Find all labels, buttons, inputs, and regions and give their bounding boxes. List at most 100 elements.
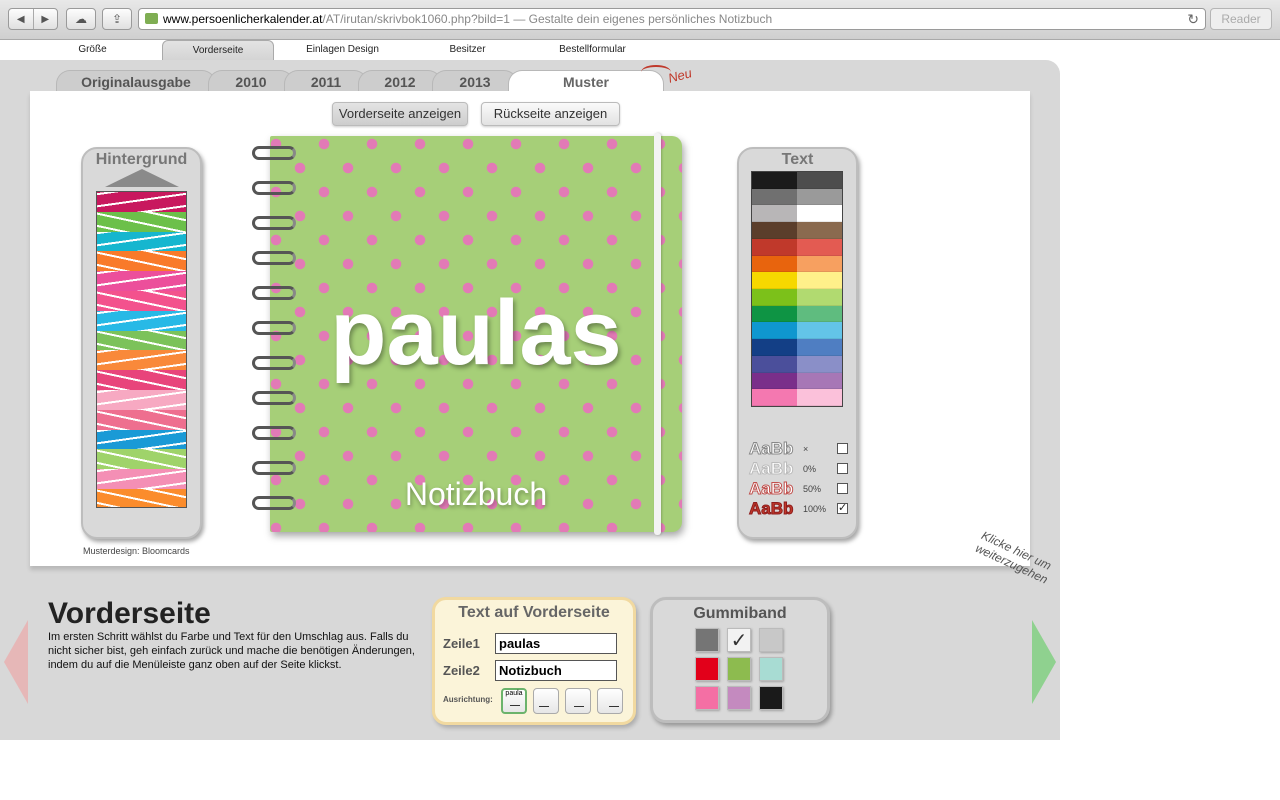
background-swatch[interactable] — [97, 251, 186, 272]
reader-button[interactable]: Reader — [1210, 8, 1272, 30]
text-color-swatch[interactable] — [797, 355, 842, 373]
text-color-swatch[interactable] — [797, 255, 842, 273]
zeile2-input[interactable] — [495, 660, 617, 681]
gummiband-swatch[interactable] — [695, 686, 719, 710]
align-center-button[interactable] — [565, 688, 591, 714]
text-color-swatch[interactable] — [752, 238, 797, 256]
text-color-swatch[interactable] — [752, 305, 797, 323]
cover-title: paulas — [330, 282, 622, 384]
style-sample: AaBb — [748, 479, 794, 499]
background-swatch[interactable] — [97, 488, 186, 507]
tab-groesse[interactable]: Größe — [55, 40, 130, 60]
text-color-swatch[interactable] — [797, 322, 842, 340]
background-swatch[interactable] — [97, 211, 186, 232]
text-color-swatch[interactable] — [752, 322, 797, 340]
style-checkbox[interactable]: ✓ — [837, 503, 848, 514]
gummiband-swatch[interactable] — [759, 628, 783, 652]
text-color-swatch[interactable] — [752, 222, 797, 239]
gummiband-swatch[interactable] — [727, 686, 751, 710]
text-color-swatch[interactable] — [797, 188, 842, 206]
gummiband-swatch[interactable] — [695, 657, 719, 681]
gummiband-swatch[interactable]: ✓ — [727, 628, 751, 652]
gummiband-swatch[interactable] — [727, 657, 751, 681]
text-color-swatch[interactable] — [752, 372, 797, 390]
align-underline-icon — [510, 705, 520, 706]
style-label: 100% — [803, 504, 827, 514]
scroll-up-icon[interactable] — [105, 169, 179, 187]
text-color-swatch[interactable] — [797, 372, 842, 390]
style-sample: AaBb — [748, 459, 794, 479]
align-right-button[interactable] — [597, 688, 623, 714]
align-sample-button[interactable]: paula — [501, 688, 527, 714]
background-swatch[interactable] — [97, 370, 186, 390]
show-back-button[interactable]: Rückseite anzeigen — [481, 102, 620, 126]
text-color-swatch[interactable] — [797, 389, 842, 406]
text-color-swatch[interactable] — [752, 188, 797, 206]
tab-bestellformular[interactable]: Bestellformular — [540, 40, 645, 60]
forward-icon[interactable]: ▶ — [32, 9, 58, 29]
browser-toolbar: ◀ ▶ ☁ ⇪ www.persoenlicherkalender.at/AT/… — [0, 0, 1280, 40]
text-style-row[interactable]: AaBb 50% — [748, 479, 849, 499]
text-color-swatch[interactable] — [797, 172, 842, 189]
spiral-ring — [252, 461, 296, 475]
spiral-ring — [252, 181, 296, 195]
background-title: Hintergrund — [95, 151, 188, 168]
background-swatch[interactable] — [97, 389, 186, 410]
background-swatch[interactable] — [97, 330, 186, 351]
text-color-swatch[interactable] — [752, 205, 797, 223]
previous-arrow-icon[interactable] — [4, 620, 28, 704]
style-label: 50% — [803, 484, 822, 494]
reload-icon[interactable]: ↻ — [1187, 9, 1199, 29]
zeile1-label: Zeile1 — [443, 636, 480, 651]
address-bar[interactable]: www.persoenlicherkalender.at/AT/irutan/s… — [138, 8, 1206, 30]
text-style-row[interactable]: AaBb 100% ✓ — [748, 499, 849, 519]
text-color-swatch[interactable] — [752, 272, 797, 289]
gummiband-swatch[interactable] — [695, 628, 719, 652]
text-color-swatch[interactable] — [752, 288, 797, 306]
new-badge: Neu — [666, 65, 694, 86]
text-color-swatch[interactable] — [797, 238, 842, 256]
text-color-swatch[interactable] — [797, 272, 842, 289]
zeile1-input[interactable] — [495, 633, 617, 654]
text-style-row[interactable]: AaBb 0% — [748, 459, 849, 479]
align-left-button[interactable] — [533, 688, 559, 714]
text-style-row[interactable]: AaBb × — [748, 439, 849, 459]
zeile2-label: Zeile2 — [443, 663, 480, 678]
style-checkbox[interactable] — [837, 483, 848, 494]
text-color-swatch[interactable] — [752, 339, 797, 356]
background-swatch[interactable] — [97, 192, 186, 212]
text-color-swatch[interactable] — [797, 205, 842, 223]
tab-einlagen-design[interactable]: Einlagen Design — [290, 40, 395, 60]
text-color-swatch[interactable] — [797, 288, 842, 306]
background-swatch[interactable] — [97, 350, 186, 371]
text-color-swatch[interactable] — [752, 172, 797, 189]
show-front-button[interactable]: Vorderseite anzeigen — [332, 102, 468, 126]
background-swatch[interactable] — [97, 271, 186, 291]
background-swatch[interactable] — [97, 469, 186, 489]
style-checkbox[interactable] — [837, 463, 848, 474]
tab-besitzer[interactable]: Besitzer — [425, 40, 510, 60]
style-label: × — [803, 444, 809, 454]
icloud-icon[interactable]: ☁ — [66, 8, 96, 30]
gummiband-swatch[interactable] — [759, 657, 783, 681]
text-color-swatch[interactable] — [752, 355, 797, 373]
cover-subtitle: Notizbuch — [404, 476, 548, 512]
background-swatch[interactable] — [97, 429, 186, 450]
tab-vorderseite[interactable]: Vorderseite — [162, 40, 274, 60]
background-swatch[interactable] — [97, 449, 186, 470]
back-icon[interactable]: ◀ — [9, 9, 33, 29]
gummiband-swatch[interactable] — [759, 686, 783, 710]
text-color-swatch[interactable] — [797, 222, 842, 239]
share-icon[interactable]: ⇪ — [102, 8, 132, 30]
background-swatch[interactable] — [97, 231, 186, 252]
text-color-swatch[interactable] — [752, 389, 797, 406]
text-color-swatch[interactable] — [752, 255, 797, 273]
text-color-swatch[interactable] — [797, 305, 842, 323]
background-swatch[interactable] — [97, 290, 186, 311]
background-swatch[interactable] — [97, 409, 186, 430]
text-color-swatch[interactable] — [797, 339, 842, 356]
background-swatch[interactable] — [97, 310, 186, 331]
next-arrow-icon[interactable] — [1032, 620, 1056, 704]
style-checkbox[interactable] — [837, 443, 848, 454]
pattern-credit: Musterdesign: Bloomcards — [83, 546, 190, 556]
